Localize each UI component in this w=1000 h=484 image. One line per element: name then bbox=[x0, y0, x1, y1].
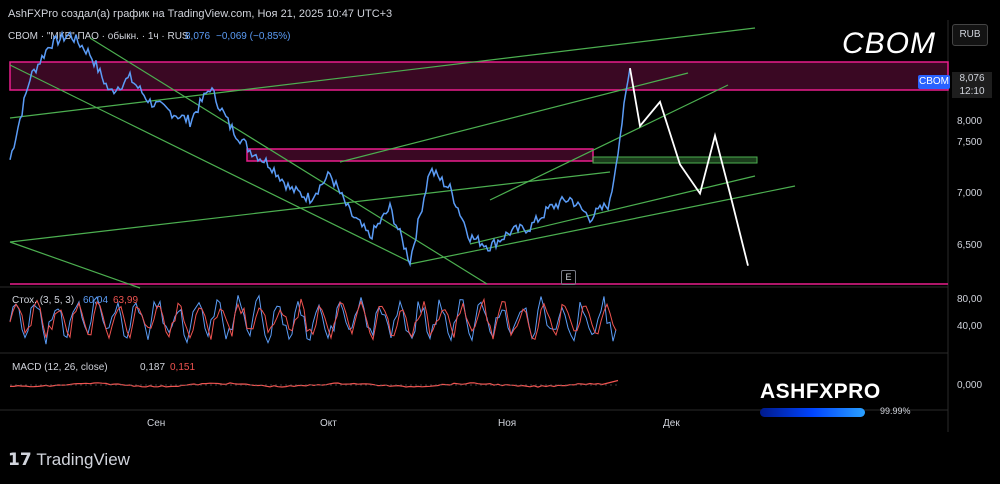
time-tick-label: Окт bbox=[320, 418, 337, 429]
tradingview-logo[interactable]: 𝟭𝟳 TradingView bbox=[8, 450, 130, 470]
price-tag-symbol: CBOM bbox=[918, 75, 950, 89]
trendline-short bbox=[9, 241, 141, 289]
price-tick-label: 7,500 bbox=[957, 137, 983, 148]
stoch-label[interactable]: Стох. (3, 5, 3) bbox=[12, 295, 74, 306]
price-tick-label: 6,500 bbox=[957, 240, 983, 251]
macd-label[interactable]: MACD (12, 26, close) bbox=[12, 362, 108, 373]
macd-line bbox=[10, 379, 619, 388]
earnings-marker[interactable]: E bbox=[561, 270, 576, 285]
logo-name: ASHFXPRO bbox=[760, 380, 881, 403]
resistance-zone-mid bbox=[246, 148, 594, 162]
stoch-tick-label: 40,00 bbox=[957, 321, 983, 332]
macd-value: 0,187 bbox=[140, 362, 166, 373]
stoch-k-value: 60,04 bbox=[83, 295, 109, 306]
price-tick-label: 8,000 bbox=[957, 116, 983, 127]
projection-line bbox=[629, 68, 749, 266]
ashfxpro-logo: ASHFXPRO 99.99% bbox=[760, 380, 911, 417]
price-tag-value: 8,076 bbox=[959, 73, 985, 84]
tradingview-logo-icon: 𝟭𝟳 bbox=[8, 450, 37, 469]
macd-signal-value: 0,151 bbox=[170, 362, 196, 373]
macd-tick-label: 0,000 bbox=[957, 380, 983, 391]
price-tick-label: 7,000 bbox=[957, 188, 983, 199]
stoch-tick-label: 80,00 bbox=[957, 294, 983, 305]
logo-percent: 99.99% bbox=[880, 406, 911, 416]
logo-progress-bar bbox=[760, 408, 865, 417]
time-tick-label: Ноя bbox=[498, 418, 517, 429]
price-tag: 8,076 12:10 bbox=[952, 72, 992, 98]
trendline-falling-lower bbox=[9, 64, 411, 263]
price-tag-time: 12:10 bbox=[959, 86, 985, 97]
time-tick-label: Сен bbox=[147, 418, 166, 429]
time-tick-label: Дек bbox=[663, 418, 680, 429]
stoch-d-value: 63,99 bbox=[113, 295, 139, 306]
tradingview-logo-text: TradingView bbox=[36, 450, 130, 469]
